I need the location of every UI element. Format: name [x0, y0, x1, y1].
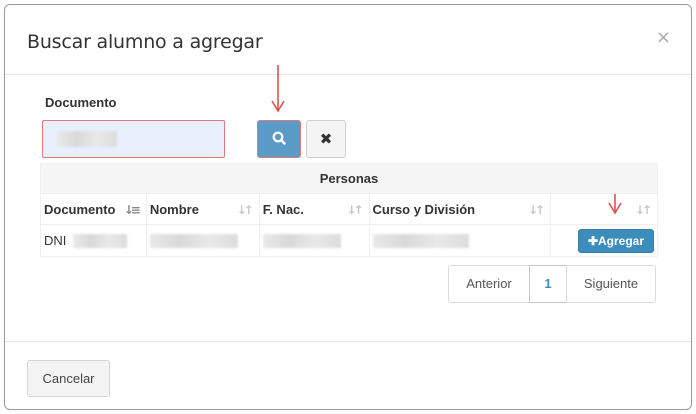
clear-button[interactable]: ✖ — [306, 120, 346, 158]
personas-table: Personas Documento ↓≡ Nombre ↓↑ F. Nac. … — [40, 163, 658, 257]
redacted-curso — [372, 234, 469, 249]
sort-icon: ↓↑ — [236, 203, 254, 217]
pagination-page-1[interactable]: 1 — [529, 265, 567, 303]
cell-actions: ✚Agregar — [550, 224, 658, 257]
modal-footer: Cancelar — [5, 341, 691, 411]
documento-label: Documento — [45, 95, 117, 110]
sort-icon: ↓↑ — [634, 203, 652, 217]
agregar-button[interactable]: ✚Agregar — [578, 228, 654, 253]
table-row: DNI ✚Agregar — [40, 224, 658, 257]
search-icon — [272, 131, 286, 145]
modal-header: Buscar alumno a agregar × — [5, 5, 691, 75]
redacted-nombre — [149, 234, 238, 249]
sort-asc-icon: ↓≡ — [123, 203, 141, 217]
close-icon[interactable]: × — [656, 27, 671, 48]
pagination: Anterior 1 Siguiente — [448, 265, 656, 303]
annotation-arrow-search — [271, 65, 285, 113]
cancel-button[interactable]: Cancelar — [27, 360, 110, 397]
redacted-documento-value — [57, 131, 117, 147]
sort-icon: ↓↑ — [527, 203, 545, 217]
cell-curso-division — [368, 224, 552, 257]
modal-title: Buscar alumno a agregar — [27, 31, 263, 53]
search-button[interactable] — [257, 120, 301, 158]
pagination-previous[interactable]: Anterior — [448, 265, 530, 303]
column-header-curso-division[interactable]: Curso y División ↓↑ — [368, 193, 552, 225]
cell-nombre — [145, 224, 260, 257]
plus-icon: ✚ — [587, 233, 599, 248]
column-header-nombre[interactable]: Nombre ↓↑ — [145, 193, 260, 225]
search-student-modal: Buscar alumno a agregar × Documento ✖ Pe… — [4, 4, 692, 410]
pagination-next[interactable]: Siguiente — [566, 265, 656, 303]
cell-documento: DNI — [40, 224, 147, 257]
redacted-fecha — [262, 234, 341, 249]
cell-fecha-nacimiento — [258, 224, 370, 257]
table-caption: Personas — [40, 163, 658, 194]
sort-icon: ↓↑ — [346, 203, 363, 217]
redacted-documento — [73, 234, 128, 249]
column-header-documento[interactable]: Documento ↓≡ — [40, 193, 147, 225]
column-header-fecha-nacimiento[interactable]: F. Nac. ↓↑ — [258, 193, 370, 225]
column-header-actions[interactable]: ↓↑ — [550, 193, 658, 225]
